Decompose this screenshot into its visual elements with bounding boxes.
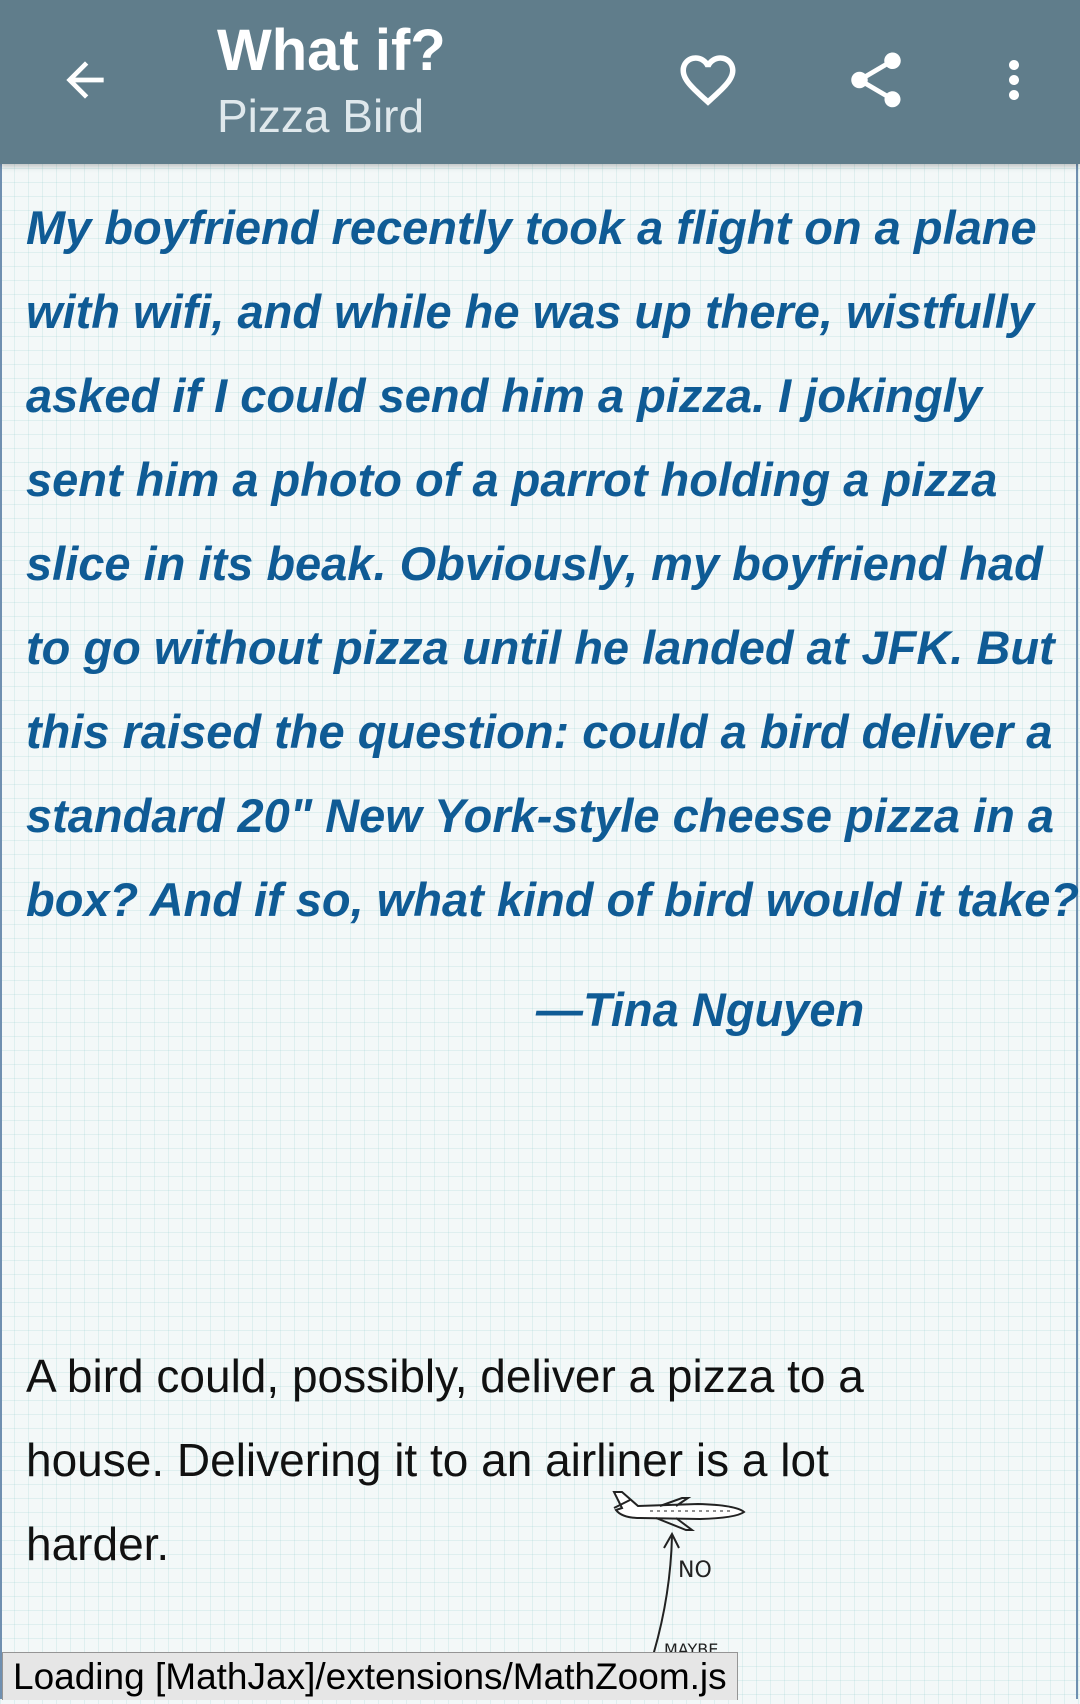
arrow-left-icon: [66, 61, 104, 99]
question-line: My boyfriend recently took a flight on a…: [26, 201, 1037, 254]
answer-line: A bird could, possibly, deliver a pizza …: [26, 1350, 864, 1402]
app-title: What if?: [217, 18, 446, 83]
question-line: with wifi, and while he was up there, wi…: [26, 285, 1035, 338]
heart-outline-icon: [680, 55, 736, 106]
no-label: NO: [678, 1558, 712, 1583]
reader-question: My boyfriend recently took a flight on a…: [26, 186, 1080, 942]
back-button[interactable]: [50, 45, 120, 115]
toolbar-titles: What if? Pizza Bird: [217, 16, 446, 146]
share-button[interactable]: [836, 40, 916, 120]
more-vertical-icon: [1009, 60, 1019, 100]
question-line: to go without pizza until he landed at J…: [26, 621, 1055, 674]
article-title: Pizza Bird: [217, 90, 425, 142]
share-icon: [851, 52, 901, 108]
question-line: box? And if so, what kind of bird would …: [26, 873, 1080, 926]
question-line: this raised the question: could a bird d…: [26, 705, 1053, 758]
question-line: standard 20" New York-style cheese pizza…: [26, 789, 1054, 842]
more-options-button[interactable]: [974, 40, 1054, 120]
favorite-button[interactable]: [668, 40, 748, 120]
question-line: slice in its beak. Obviously, my boyfrie…: [26, 537, 1043, 590]
article-content: My boyfriend recently took a flight on a…: [26, 186, 1080, 1570]
question-line: sent him a photo of a parrot holding a p…: [26, 453, 998, 506]
question-line: asked if I could send him a pizza. I jok…: [26, 369, 982, 422]
mathjax-loading-status: Loading [MathJax]/extensions/MathZoom.js: [2, 1652, 738, 1700]
question-attribution: —Tina Nguyen: [536, 983, 865, 1036]
app-toolbar: What if? Pizza Bird: [0, 0, 1080, 164]
